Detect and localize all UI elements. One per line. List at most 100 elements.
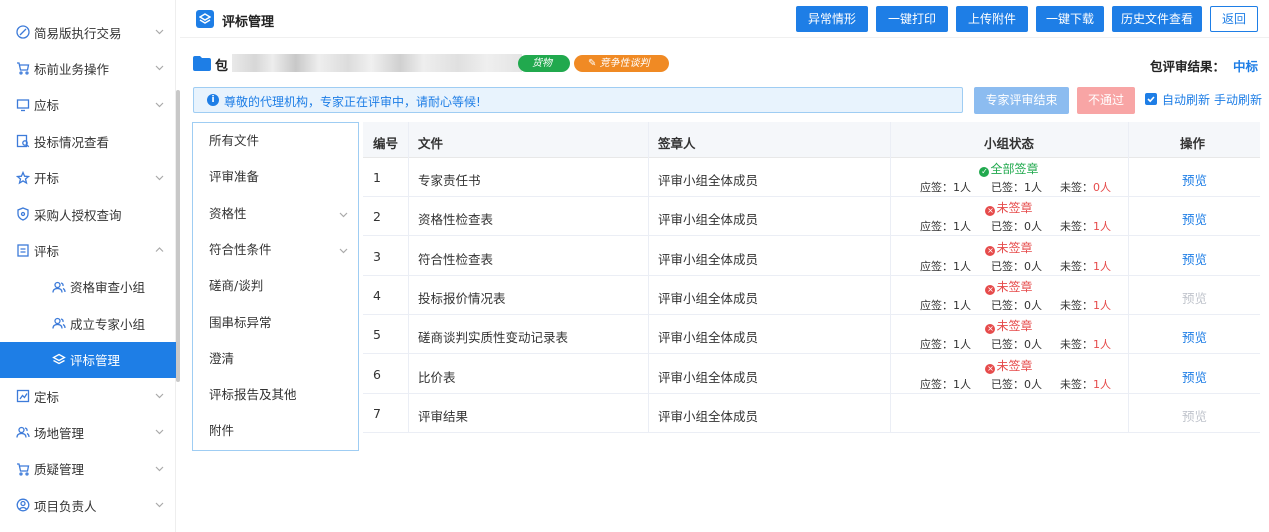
file-category-item[interactable]: 磋商/谈判 — [193, 268, 358, 304]
chevron-down-icon[interactable] — [339, 210, 348, 219]
file-category-item[interactable]: 资格性 — [193, 196, 358, 232]
row-file-name: 符合性检查表 — [418, 251, 494, 267]
exception-button[interactable]: 异常情形 — [796, 6, 868, 32]
file-category-item[interactable]: 围串标异常 — [193, 305, 358, 341]
file-category-menu: 所有文件 评审准备 资格性 符合性条件 磋商/谈判 围串标异常澄清评标报告及其他附件 — [192, 122, 359, 451]
col-status: 小组状态 — [984, 136, 1035, 151]
status-text: 未签章 — [996, 358, 1033, 373]
tag-method: ✎ 竞争性谈判 — [574, 55, 669, 72]
download-all-button[interactable]: 一键下载 — [1036, 6, 1104, 32]
status-label: × 未签章 — [890, 239, 1128, 256]
row-signer: 评审小组全体成员 — [658, 369, 759, 385]
unsigned-value: 1人 — [1093, 259, 1111, 273]
sidebar-item[interactable]: 采购人授权查询 — [0, 196, 176, 232]
chevron-down-icon[interactable] — [339, 246, 348, 255]
sidebar-scrollbar[interactable] — [176, 90, 180, 382]
file-category-item[interactable]: 评审准备 — [193, 159, 358, 195]
chevron-down-icon[interactable] — [155, 27, 164, 36]
sidebar-item[interactable]: 开标 — [0, 160, 176, 196]
manual-refresh-link[interactable]: 手动刷新 — [1214, 91, 1262, 108]
preview-link[interactable]: 预览 — [1128, 249, 1261, 268]
chevron-down-icon[interactable] — [155, 391, 164, 400]
status-label: ✓ 全部签章 — [890, 160, 1128, 177]
auto-refresh-checkbox[interactable] — [1145, 93, 1157, 105]
group-status — [890, 394, 1128, 433]
notice-message: 尊敬的代理机构，专家正在评审中，请耐心等候! — [224, 95, 481, 109]
package-prefix: 包 — [215, 59, 229, 74]
preview-link[interactable]: 预览 — [1128, 367, 1261, 386]
monitor-icon — [16, 98, 30, 112]
sidebar-item[interactable]: 投标情况查看 — [0, 123, 176, 159]
preview-link[interactable]: 预览 — [1128, 170, 1261, 189]
file-category-item[interactable]: 评标报告及其他 — [193, 377, 358, 413]
status-label: × 未签章 — [890, 278, 1128, 295]
file-category-item[interactable]: 澄清 — [193, 341, 358, 377]
status-text: 未签章 — [996, 240, 1033, 255]
result-label: 包评审结果： — [1150, 59, 1226, 74]
history-files-button[interactable]: 历史文件查看 — [1112, 6, 1202, 32]
chevron-down-icon[interactable] — [155, 500, 164, 509]
chevron-down-icon[interactable] — [155, 63, 164, 72]
fail-button[interactable]: 不通过 — [1077, 87, 1135, 114]
status-text: 未签章 — [996, 201, 1033, 216]
file-category-item[interactable]: 所有文件 — [193, 123, 358, 159]
sidebar-item[interactable]: 评标 — [0, 232, 176, 268]
sidebar-item[interactable]: 场地管理 — [0, 414, 176, 450]
search-doc-icon — [16, 134, 30, 148]
sidebar-item-label: 场地管理 — [34, 425, 85, 441]
column-divider — [1128, 122, 1129, 434]
unsigned-value: 0人 — [1093, 181, 1111, 194]
sidebar-item[interactable]: 质疑管理 — [0, 451, 176, 487]
sidebar-item[interactable]: 成立专家小组 — [0, 305, 176, 341]
sidebar-item[interactable]: 项目负责人 — [0, 487, 176, 523]
sidebar-item[interactable]: 简易版执行交易 — [0, 14, 176, 50]
leaf-icon — [16, 25, 30, 39]
chevron-down-icon[interactable] — [155, 464, 164, 473]
row-file-name: 比价表 — [418, 369, 456, 385]
sidebar-item[interactable]: 资格审查小组 — [0, 269, 176, 305]
sidebar-item-label: 投标情况查看 — [34, 134, 110, 150]
sidebar-item[interactable]: 定标 — [0, 378, 176, 414]
signed-count: 已签：0人 — [991, 377, 1042, 391]
auto-refresh-label[interactable]: 自动刷新 — [1162, 91, 1210, 108]
sidebar-item[interactable]: 评标管理 — [0, 341, 176, 378]
chevron-down-icon[interactable] — [155, 100, 164, 109]
file-category-label: 评标报告及其他 — [209, 387, 297, 403]
sidebar-item-label: 开标 — [34, 171, 60, 187]
sidebar-item[interactable]: 应标 — [0, 87, 176, 123]
status-text: 全部签章 — [990, 162, 1039, 176]
preview-link[interactable]: 预览 — [1128, 327, 1261, 346]
row-signer: 评审小组全体成员 — [658, 330, 759, 346]
group-status: × 未签章 应签：1人 已签：0人 未签：1人 — [890, 237, 1128, 276]
row-number: 5 — [373, 327, 381, 343]
unsigned-value: 1人 — [1093, 377, 1111, 391]
file-category-item[interactable]: 附件 — [193, 413, 358, 449]
file-category-item[interactable]: 符合性条件 — [193, 232, 358, 268]
finish-review-button[interactable]: 专家评审结束 — [974, 87, 1069, 114]
clipboard-icon — [16, 243, 30, 258]
print-all-button[interactable]: 一键打印 — [876, 6, 948, 32]
row-signer: 评审小组全体成员 — [658, 173, 759, 188]
unsigned-value: 1人 — [1093, 338, 1111, 352]
status-text: 未签章 — [996, 279, 1033, 294]
upload-attachment-button[interactable]: 上传附件 — [956, 6, 1028, 32]
tag-goods-label: 货物 — [532, 58, 552, 69]
preview-link: 预览 — [1181, 290, 1207, 306]
preview-link[interactable]: 预览 — [1128, 209, 1261, 228]
sidebar-item-label: 质疑管理 — [34, 462, 85, 478]
back-button[interactable]: 返回 — [1210, 6, 1258, 32]
file-category-label: 澄清 — [209, 350, 235, 366]
chevron-down-icon[interactable] — [155, 173, 164, 182]
status-label: × 未签章 — [890, 199, 1128, 217]
shield-icon — [16, 207, 30, 221]
sidebar-item[interactable]: 标前业务操作 — [0, 50, 176, 86]
row-number: 6 — [373, 366, 381, 382]
row-file-name: 评审结果 — [418, 408, 469, 424]
row-signer: 评审小组全体成员 — [658, 290, 759, 306]
table-row: 6 比价表 评审小组全体成员 × 未签章 应签：1人 已签：0人 未签：1人 预览 — [363, 355, 1260, 394]
status-text: 未签章 — [996, 319, 1033, 334]
folder-icon — [193, 56, 211, 71]
error-circle-icon: × — [985, 284, 996, 295]
chevron-down-icon[interactable] — [155, 427, 164, 436]
chevron-up-icon[interactable] — [155, 245, 164, 254]
